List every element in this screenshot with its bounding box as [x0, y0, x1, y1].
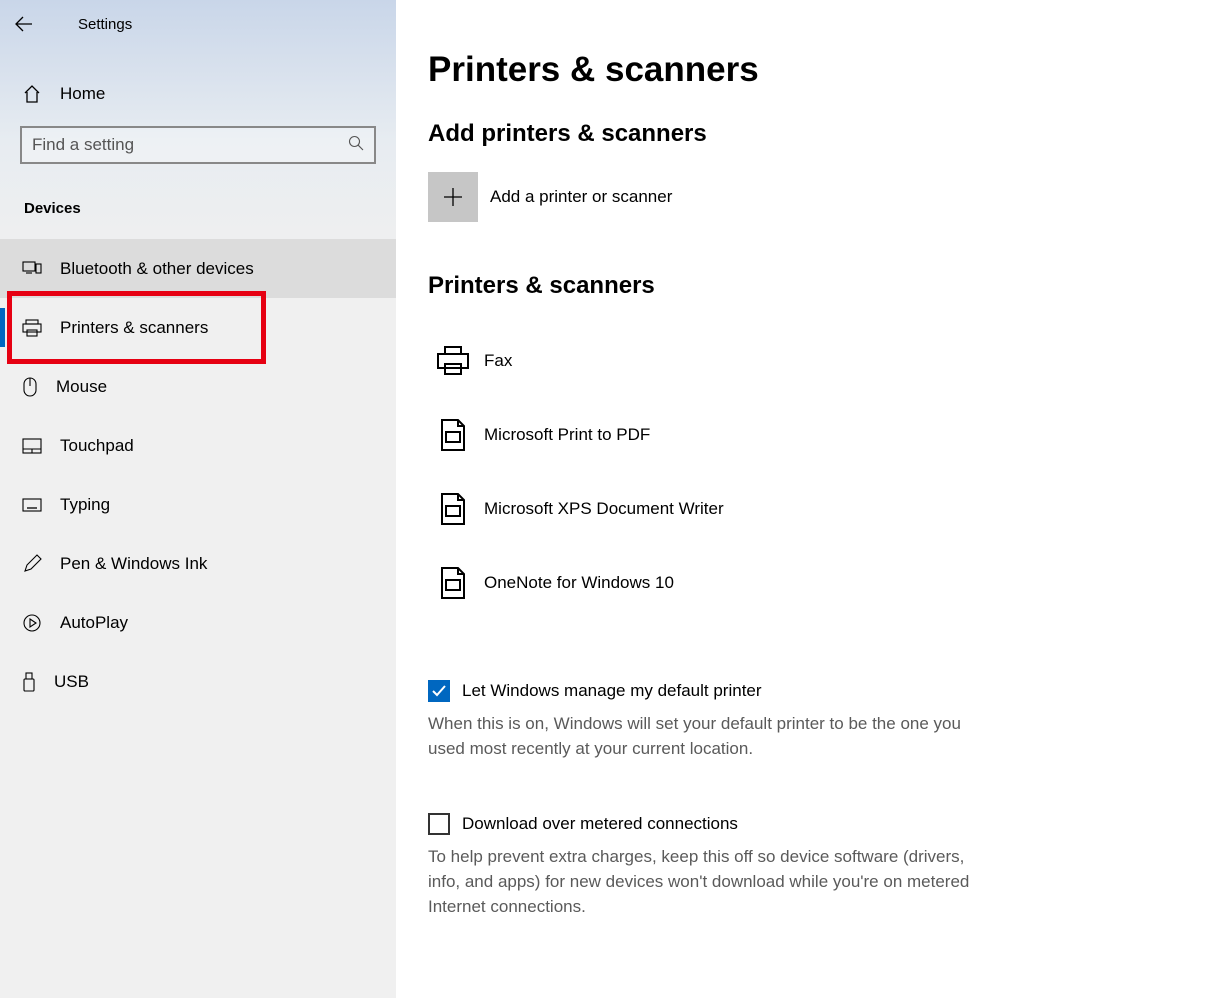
group-header: Devices: [0, 180, 396, 239]
checkbox-unchecked: [428, 813, 450, 835]
nav-label: Printers & scanners: [60, 318, 208, 338]
nav-label: USB: [54, 672, 89, 692]
device-xps[interactable]: Microsoft XPS Document Writer: [428, 472, 1186, 546]
nav-label: Pen & Windows Ink: [60, 554, 207, 574]
device-label: Fax: [484, 351, 512, 371]
device-list: Fax Microsoft Print to PDF Microsoft XPS…: [428, 324, 1186, 620]
app-title: Settings: [48, 16, 132, 33]
nav-item-usb[interactable]: USB: [0, 652, 396, 711]
sidebar: Settings Home Devices Bluetooth & other …: [0, 0, 396, 998]
keyboard-icon: [22, 498, 42, 512]
metered-checkbox[interactable]: Download over metered connections: [428, 813, 1186, 835]
pen-icon: [22, 554, 42, 574]
touchpad-icon: [22, 438, 42, 454]
plus-icon: [442, 186, 464, 208]
doc-printer-icon: [438, 418, 468, 452]
nav-item-typing[interactable]: Typing: [0, 475, 396, 534]
default-printer-desc: When this is on, Windows will set your d…: [428, 712, 988, 761]
arrow-left-icon: [15, 15, 33, 33]
home-button[interactable]: Home: [0, 68, 396, 120]
printer-icon: [436, 346, 470, 376]
default-printer-label: Let Windows manage my default printer: [462, 681, 762, 701]
nav-item-pen[interactable]: Pen & Windows Ink: [0, 534, 396, 593]
doc-printer-icon: [438, 566, 468, 600]
add-printer-button[interactable]: Add a printer or scanner: [428, 172, 1186, 222]
autoplay-icon: [22, 613, 42, 633]
device-label: OneNote for Windows 10: [484, 573, 674, 593]
device-fax[interactable]: Fax: [428, 324, 1186, 398]
device-label: Microsoft XPS Document Writer: [484, 499, 724, 519]
back-button[interactable]: [0, 0, 48, 48]
nav-item-bluetooth[interactable]: Bluetooth & other devices: [0, 239, 396, 298]
home-label: Home: [60, 84, 105, 104]
main-content: Printers & scanners Add printers & scann…: [396, 0, 1216, 998]
metered-desc: To help prevent extra charges, keep this…: [428, 845, 988, 919]
metered-label: Download over metered connections: [462, 814, 738, 834]
nav-label: Bluetooth & other devices: [60, 259, 254, 279]
devices-icon: [22, 261, 42, 277]
page-title: Printers & scanners: [428, 50, 1186, 90]
device-onenote[interactable]: OneNote for Windows 10: [428, 546, 1186, 620]
devices-section-title: Printers & scanners: [428, 272, 1186, 300]
doc-printer-icon: [438, 492, 468, 526]
device-label: Microsoft Print to PDF: [484, 425, 650, 445]
add-printer-label: Add a printer or scanner: [490, 187, 672, 207]
search-wrap: [20, 126, 376, 164]
nav-label: AutoPlay: [60, 613, 128, 633]
check-icon: [431, 683, 447, 699]
nav-item-autoplay[interactable]: AutoPlay: [0, 593, 396, 652]
usb-icon: [22, 672, 36, 692]
plus-tile: [428, 172, 478, 222]
nav-item-mouse[interactable]: Mouse: [0, 357, 396, 416]
nav-label: Touchpad: [60, 436, 134, 456]
default-printer-checkbox[interactable]: Let Windows manage my default printer: [428, 680, 1186, 702]
nav-label: Mouse: [56, 377, 107, 397]
sidebar-header: Settings: [0, 0, 396, 48]
checkbox-checked: [428, 680, 450, 702]
nav-label: Typing: [60, 495, 110, 515]
add-section-title: Add printers & scanners: [428, 120, 1186, 148]
device-print-pdf[interactable]: Microsoft Print to PDF: [428, 398, 1186, 472]
nav-item-printers[interactable]: Printers & scanners: [0, 298, 396, 357]
home-icon: [22, 84, 42, 104]
search-input[interactable]: [20, 126, 376, 164]
mouse-icon: [22, 377, 38, 397]
printer-icon: [22, 319, 42, 337]
nav-item-touchpad[interactable]: Touchpad: [0, 416, 396, 475]
